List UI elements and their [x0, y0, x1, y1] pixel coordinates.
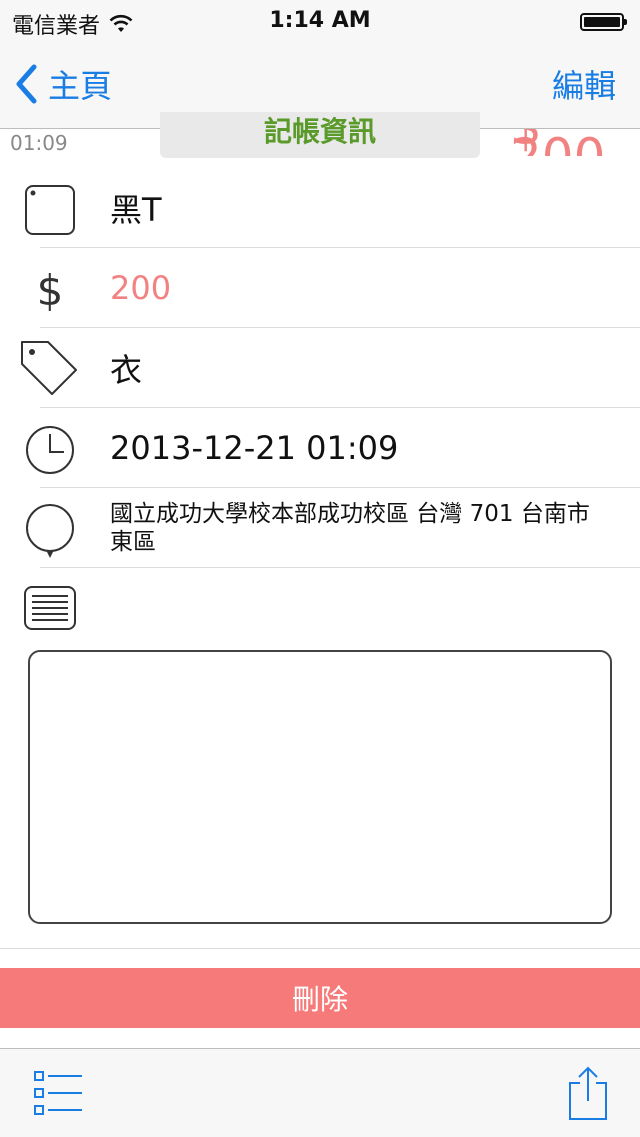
- page-title-label: 記帳資訊: [263, 115, 376, 148]
- svg-text:$: $: [37, 266, 64, 315]
- record-time-small: 01:09: [10, 131, 68, 155]
- share-icon[interactable]: [566, 1065, 610, 1121]
- amount-row[interactable]: $ 200: [0, 248, 640, 328]
- datetime-row[interactable]: 2013-12-21 01:09: [0, 408, 640, 488]
- location-row[interactable]: 國立成功大學校本部成功校區 台灣 701 台南市 東區: [0, 488, 640, 568]
- item-row[interactable]: 黑T: [0, 168, 640, 248]
- notes-icon: [24, 586, 76, 630]
- page-title: 記帳資訊: [160, 112, 480, 158]
- square-icon: [25, 185, 75, 235]
- list-icon[interactable]: [32, 1069, 84, 1119]
- datetime-value: 2013-12-21 01:09: [110, 429, 399, 467]
- category-row[interactable]: 衣: [0, 328, 640, 408]
- clock-icon: [26, 426, 74, 474]
- notes-textarea[interactable]: [28, 650, 612, 924]
- divider: [40, 567, 640, 568]
- amount-value: 200: [110, 269, 172, 307]
- bottom-toolbar: [0, 1048, 640, 1137]
- battery-icon: [580, 13, 627, 31]
- dollar-icon: $: [37, 266, 64, 315]
- back-button[interactable]: 主頁: [14, 60, 112, 108]
- back-button-label: 主頁: [48, 67, 113, 105]
- delete-button[interactable]: 刪除: [0, 968, 640, 1028]
- item-name: 黑T: [110, 191, 162, 229]
- category-value: 衣: [110, 351, 143, 389]
- divider: [0, 948, 640, 949]
- map-pin-icon: [26, 504, 74, 558]
- status-time: 1:14 AM: [269, 8, 371, 33]
- chevron-left-icon: [16, 64, 37, 104]
- location-value: 國立成功大學校本部成功校區 台灣 701 台南市 東區: [110, 501, 590, 555]
- edit-button[interactable]: 編輯: [552, 60, 616, 108]
- tag-icon: [21, 341, 77, 395]
